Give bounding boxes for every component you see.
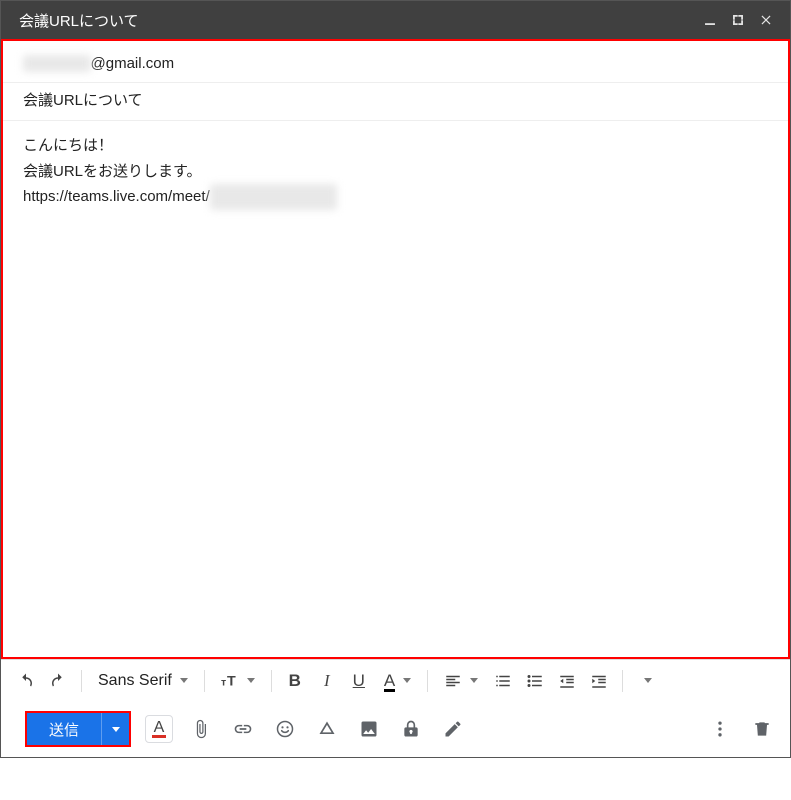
bold-button[interactable]: B <box>280 666 310 696</box>
font-family-label: Sans Serif <box>98 672 172 690</box>
undo-button[interactable] <box>11 666 41 696</box>
bulleted-list-button[interactable] <box>520 666 550 696</box>
compose-window: 会議URLについて 1 xxxxxxxxx@gmail.com 会議URLについ… <box>0 0 791 758</box>
more-options-icon[interactable] <box>706 715 734 743</box>
svg-text:т: т <box>221 676 226 688</box>
toolbar-separator <box>622 670 623 692</box>
body-line-1: こんにちは！ <box>23 133 768 159</box>
more-formatting-dropdown[interactable] <box>631 666 661 696</box>
indent-decrease-button[interactable] <box>552 666 582 696</box>
send-button[interactable]: 送信 <box>27 713 101 745</box>
send-options-button[interactable] <box>101 713 129 745</box>
chevron-down-icon <box>644 678 652 683</box>
confidential-mode-icon[interactable] <box>397 715 425 743</box>
body-url-prefix: https://teams.live.com/meet/ <box>23 188 210 205</box>
minimize-icon[interactable] <box>696 6 724 34</box>
text-color-dropdown[interactable]: A <box>376 666 419 696</box>
body-url-redacted: xxxxxxxxxxxxxxxxx <box>210 184 338 210</box>
font-family-dropdown[interactable]: Sans Serif <box>90 666 196 696</box>
font-size-dropdown[interactable]: тT <box>213 666 263 696</box>
italic-button[interactable]: I <box>312 666 342 696</box>
send-button-group: 送信 <box>25 711 131 747</box>
to-field[interactable]: xxxxxxxxx@gmail.com <box>3 49 788 83</box>
toolbar-separator <box>271 670 272 692</box>
close-icon[interactable] <box>752 6 780 34</box>
bottom-bar: 送信 A <box>1 701 790 757</box>
chevron-down-icon <box>247 678 255 683</box>
window-title: 会議URLについて <box>19 10 696 31</box>
bottom-bar-wrap: 2 送信 A <box>1 701 790 757</box>
chevron-down-icon <box>470 678 478 683</box>
toolbar-separator <box>204 670 205 692</box>
chevron-down-icon <box>112 727 120 732</box>
chevron-down-icon <box>180 678 188 683</box>
compose-body-highlight: 1 xxxxxxxxx@gmail.com 会議URLについて こんにちは！ 会… <box>1 39 790 659</box>
insert-photo-icon[interactable] <box>355 715 383 743</box>
chevron-down-icon <box>403 678 411 683</box>
insert-drive-icon[interactable] <box>313 715 341 743</box>
to-redacted: xxxxxxxxx <box>23 55 91 72</box>
discard-draft-icon[interactable] <box>748 715 776 743</box>
body-line-2: 会議URLをお送りします。 <box>23 159 768 185</box>
subject-text: 会議URLについて <box>23 92 143 109</box>
titlebar: 会議URLについて <box>1 1 790 39</box>
expand-icon[interactable] <box>724 6 752 34</box>
attach-file-icon[interactable] <box>187 715 215 743</box>
underline-button[interactable]: U <box>344 666 374 696</box>
toolbar-separator <box>427 670 428 692</box>
align-dropdown[interactable] <box>436 666 486 696</box>
insert-emoji-icon[interactable] <box>271 715 299 743</box>
toolbar-separator <box>81 670 82 692</box>
formatting-toggle-button[interactable]: A <box>145 715 173 743</box>
svg-text:T: T <box>227 673 236 689</box>
format-toolbar: Sans Serif тT B I U A <box>1 659 790 701</box>
body-line-url: https://teams.live.com/meet/xxxxxxxxxxxx… <box>23 184 768 210</box>
compose-content: xxxxxxxxx@gmail.com 会議URLについて こんにちは！ 会議U… <box>3 41 788 657</box>
redo-button[interactable] <box>43 666 73 696</box>
subject-field[interactable]: 会議URLについて <box>3 83 788 121</box>
send-label: 送信 <box>49 719 79 740</box>
indent-increase-button[interactable] <box>584 666 614 696</box>
to-visible: @gmail.com <box>91 55 175 72</box>
message-body[interactable]: こんにちは！ 会議URLをお送りします。 https://teams.live.… <box>3 121 788 222</box>
insert-link-icon[interactable] <box>229 715 257 743</box>
insert-signature-icon[interactable] <box>439 715 467 743</box>
numbered-list-button[interactable] <box>488 666 518 696</box>
